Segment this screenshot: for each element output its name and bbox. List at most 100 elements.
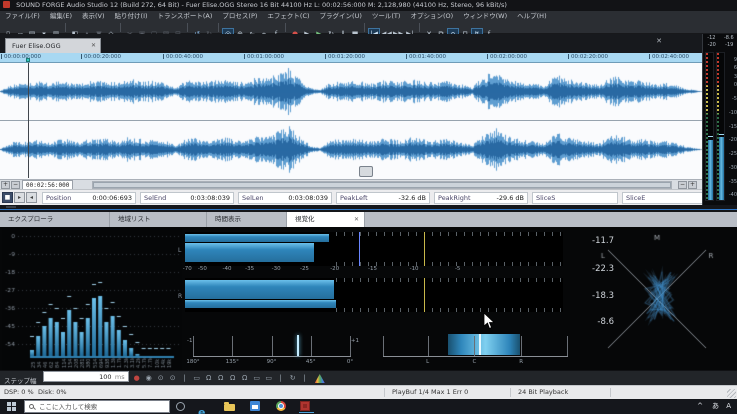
time-ruler[interactable]: 00:00:00:00000:00:20:00000:00:40:00000:0…: [0, 53, 702, 63]
refresh-view-icon[interactable]: ↻: [287, 371, 299, 386]
menu-プロセス(P)[interactable]: プロセス(P): [217, 11, 262, 21]
panel-tab-時間表示[interactable]: 時間表示: [207, 212, 287, 227]
meter-options-2-icon[interactable]: Ω: [215, 371, 227, 386]
spectrum-analyzer: [2, 228, 182, 370]
window-title: SOUND FORGE Audio Studio 12 (Build 272, …: [16, 1, 507, 9]
play-meter-scale-label: -15: [729, 124, 737, 130]
edge-icon[interactable]: [198, 401, 211, 412]
play-meter-dock: -12 -8.6 -20 -19 9630-5-10-15-20-25-30-3…: [702, 34, 737, 205]
channel-divider: [0, 120, 702, 121]
ime-alpha-indicator[interactable]: A: [726, 399, 731, 414]
play-meter-scale-label: -40: [729, 192, 737, 198]
correlation-indicator: [297, 335, 299, 356]
scrollbar-thumb[interactable]: [93, 182, 671, 188]
prism-display-icon[interactable]: [315, 374, 325, 383]
menu-ツール(T)[interactable]: ツール(T): [367, 11, 406, 21]
playback-cursor[interactable]: [28, 63, 29, 178]
cortana-icon[interactable]: [176, 402, 185, 411]
menu-オプション(O)[interactable]: オプション(O): [405, 11, 458, 21]
field-Position[interactable]: Position0:00:06:693: [42, 192, 136, 204]
field-SliceS[interactable]: SliceS: [532, 192, 618, 204]
menu-ファイル(F)[interactable]: ファイル(F): [0, 11, 45, 21]
panel-tab-エクスプローラ[interactable]: エクスプローラ: [0, 212, 110, 227]
reset-peaks-icon[interactable]: ⊙: [155, 371, 167, 386]
play-meter-scale-label: -30: [729, 165, 737, 171]
resize-grip[interactable]: [727, 389, 736, 398]
taskbar-search[interactable]: ここに入力して検索: [24, 400, 170, 413]
menu-表示(V)[interactable]: 表示(V): [77, 11, 110, 21]
selection-grip[interactable]: [359, 166, 373, 177]
monitor-start-icon[interactable]: ●: [131, 371, 143, 386]
zoom-out-button-right[interactable]: −: [678, 181, 687, 189]
layout-b-icon[interactable]: ▭: [251, 371, 263, 386]
step-width-input[interactable]: 100 ms: [43, 371, 129, 382]
tray-chevron-icon[interactable]: ^: [697, 399, 703, 414]
layout-a-icon[interactable]: ▭: [191, 371, 203, 386]
running-app-indicator: [299, 412, 314, 413]
status-fields-row: ■ ▸ ◂ Position0:00:06:693 SelEnd0:03:08:0…: [0, 189, 702, 205]
ruler-label: 00:00:20:000: [81, 54, 121, 60]
menu-エフェクト(C)[interactable]: エフェクト(C): [262, 11, 314, 21]
zoom-in-button-right[interactable]: +: [688, 181, 697, 189]
menu-プラグイン(U)[interactable]: プラグイン(U): [315, 11, 367, 21]
level-meter-right: [185, 278, 563, 312]
panel-tab-地域リスト[interactable]: 地域リスト: [110, 212, 207, 227]
reset-clip-icon[interactable]: ⊙: [167, 371, 179, 386]
menu-ウィンドウ(W)[interactable]: ウィンドウ(W): [458, 11, 512, 21]
status-mode-button-1[interactable]: ■: [2, 192, 13, 203]
field-PeakRight[interactable]: PeakRight-29.6 dB: [434, 192, 528, 204]
balance-tick-label: C: [473, 359, 477, 365]
meter-scale-label: -70: [183, 266, 192, 272]
balance-tick-label: L: [426, 359, 429, 365]
field-SelLen[interactable]: SelLen0:03:08:039: [238, 192, 332, 204]
ime-kana-indicator[interactable]: あ: [712, 399, 719, 414]
playbuf-status: PlayBuf 1/4 Max 1 Err 0: [392, 386, 468, 399]
zoom-out-button[interactable]: −: [11, 181, 20, 189]
disk-usage: Disk: 0%: [38, 386, 67, 399]
menu-貼り付け(I)[interactable]: 貼り付け(I): [110, 11, 153, 21]
ruler-label: 00:00:40:000: [163, 54, 203, 60]
meter-options-4-icon[interactable]: Ω: [239, 371, 251, 386]
play-meter-bars: 9630-5-10-15-20-25-30-35-40: [703, 52, 737, 201]
document-close-icon[interactable]: ✕: [656, 37, 662, 45]
panel-splitter[interactable]: [0, 205, 737, 212]
document-tab[interactable]: Fuer Elise.OGG ✕: [5, 38, 101, 53]
menu-トランスポート(A)[interactable]: トランスポート(A): [153, 11, 218, 21]
field-SliceE[interactable]: SliceE: [622, 192, 708, 204]
correlation-tick-label: 180°: [186, 359, 199, 365]
start-button[interactable]: [7, 402, 16, 411]
menu-編集(E)[interactable]: 編集(E): [45, 11, 77, 21]
explorer-icon[interactable]: [224, 401, 237, 412]
panel-tab-close-icon[interactable]: ✕: [354, 216, 359, 223]
waveform-view[interactable]: [0, 63, 702, 179]
ruler-label: 00:01:00:000: [244, 54, 284, 60]
store-icon[interactable]: [250, 401, 263, 412]
monitor-hold-icon[interactable]: ◉: [143, 371, 155, 386]
main-toolbar: ▯▱▤▾▥◧▲▼◇✂▣▢▧⊟↺↻◎⊕∿⌖ƒ●▶▶↻∥■|◀◀◀▶▶▶|✕⧉∩⊓↯…: [0, 21, 737, 34]
field-SelEnd[interactable]: SelEnd0:03:08:039: [140, 192, 234, 204]
meter-channel-label-right: R: [178, 293, 182, 300]
menu-ヘルプ(H)[interactable]: ヘルプ(H): [512, 11, 551, 21]
status-mode-button-2[interactable]: ▸: [14, 192, 25, 203]
search-placeholder: ここに入力して検索: [39, 401, 97, 413]
layout-c-icon[interactable]: ▭: [263, 371, 275, 386]
soundforge-taskbar-icon[interactable]: [300, 401, 313, 412]
meter-options-1-icon[interactable]: Ω: [203, 371, 215, 386]
meter-options-3-icon[interactable]: Ω: [227, 371, 239, 386]
meter-scale-label: -15: [368, 266, 377, 272]
ruler-label: 00:02:00:000: [487, 54, 527, 60]
meter-scale-label: -40: [222, 266, 231, 272]
field-PeakLeft[interactable]: PeakLeft-32.6 dB: [336, 192, 430, 204]
meter-scale-label: -35: [245, 266, 254, 272]
status-mode-button-3[interactable]: ◂: [26, 192, 37, 203]
chrome-icon[interactable]: [276, 401, 289, 412]
play-meter-scale-label: -10: [729, 110, 737, 116]
correlation-neg-label: -1: [187, 338, 192, 344]
tab-close-icon[interactable]: ✕: [91, 42, 96, 50]
panel-tab-視覚化[interactable]: 視覚化✕: [287, 212, 365, 227]
meter-scale-label: -30: [272, 266, 281, 272]
zoom-in-button[interactable]: +: [1, 181, 10, 189]
title-bar: SOUND FORGE Audio Studio 12 (Build 272, …: [0, 0, 737, 11]
correlation-meter: -1 +1 180°135°90°45°0°: [193, 330, 351, 357]
horizontal-scrollbar[interactable]: [92, 181, 672, 189]
